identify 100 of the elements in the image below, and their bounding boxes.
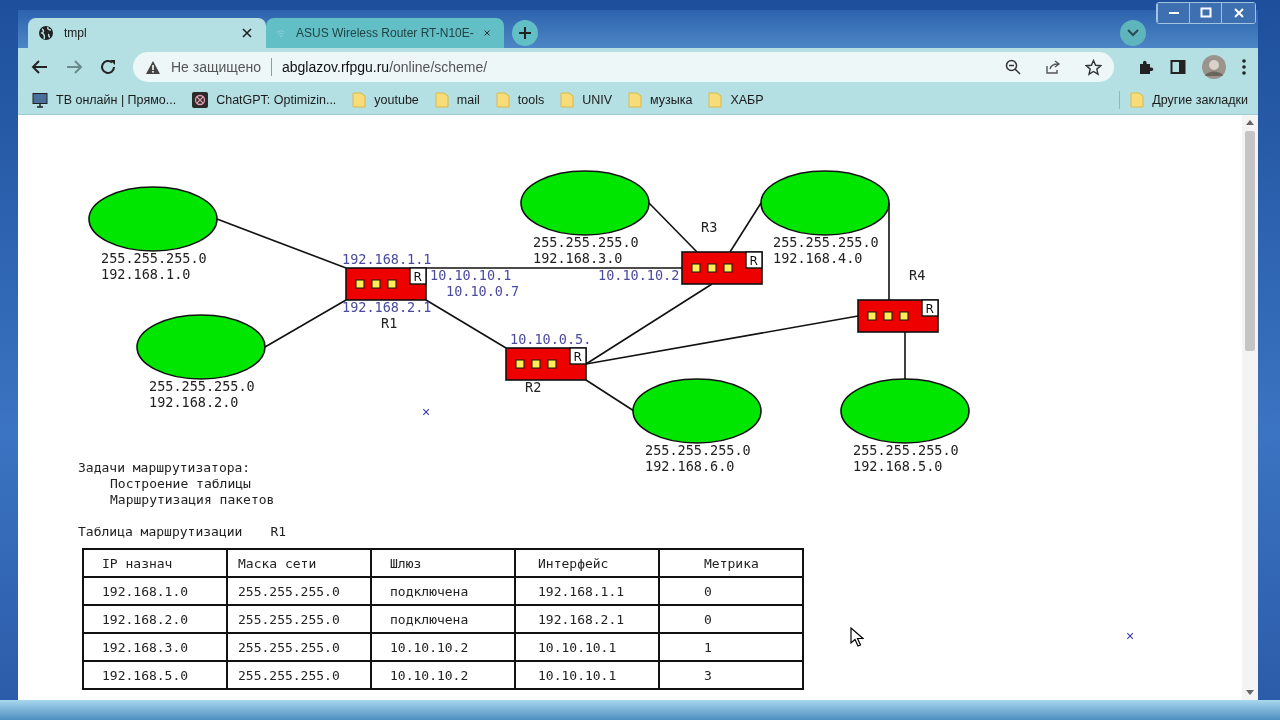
table-cell: 0 [659,577,803,605]
bookmark-item[interactable]: tools [495,92,545,108]
router-name: R4 [909,267,926,283]
interface-address: 10.10.10.1 [430,267,512,283]
table-cell: 192.168.1.0 [83,577,227,605]
table-caption: Таблица маршрутизации [78,524,243,540]
interface-address: 192.168.2.1 [342,299,432,315]
folder-icon [1130,92,1145,108]
subnet-mask: 255.255.255.0 [101,250,207,266]
subnet-mask: 255.255.255.0 [645,442,751,458]
table-cell: 0 [659,605,803,633]
close-icon [1232,7,1245,19]
chevron-down-icon [1127,29,1139,37]
column-header: Интерфейс [515,549,659,577]
table-cell: 1 [659,633,803,661]
interface-address: 192.168.1.1 [342,251,432,267]
folder-icon [708,92,723,108]
interface-address: 10.10.0.7 [446,283,520,299]
folder-icon [560,92,575,108]
table-cell: 192.168.5.0 [83,661,227,689]
globe-icon [38,25,54,41]
router-name: R1 [381,315,398,331]
cursor-icon [850,627,864,647]
network-address: 192.168.3.0 [533,250,623,266]
column-header: Метрика [659,549,803,577]
folder-icon [495,92,510,108]
table-cell: 3 [659,661,803,689]
router-icon [857,299,939,333]
warning-icon [145,59,161,75]
bookmark-item[interactable]: ТВ онлайн | Прямо... [32,92,177,108]
new-tab-button[interactable] [512,20,538,46]
table-cell: 10.10.10.1 [515,633,659,661]
bookmark-item[interactable]: UNIV [560,92,613,108]
close-icon[interactable] [483,28,490,38]
reload-icon[interactable] [99,58,117,76]
forward-icon[interactable] [65,58,83,76]
task-item: Построение таблицы [109,476,251,492]
bookmark-item[interactable]: ХАБР [708,92,764,108]
minimize-button[interactable] [1157,3,1189,23]
table-cell: подключена [371,577,515,605]
router-name: R3 [701,219,718,235]
router-name: R2 [525,379,542,395]
router-label: R [749,254,758,268]
link-line [648,202,698,253]
table-cell: 192.168.2.0 [83,605,227,633]
router-icon [681,251,763,285]
browser-tab[interactable]: ASUS Wireless Router RT-N10E- [266,18,504,48]
subnet-mask: 255.255.255.0 [773,234,879,250]
scroll-up-icon[interactable] [1246,119,1254,125]
close-icon[interactable] [242,28,252,38]
menu-icon[interactable] [1242,59,1246,75]
subnet-mask: 255.255.255.0 [149,378,255,394]
scrollbar-thumb[interactable] [1245,131,1255,351]
plus-icon [518,26,532,40]
avatar-icon[interactable] [1202,55,1226,79]
network-address: 192.168.2.0 [149,394,239,410]
bookmark-item[interactable]: музыка [628,92,693,108]
bookmark-item[interactable]: Другие закладки [1130,92,1248,108]
puzzle-icon[interactable] [1138,59,1154,75]
router-icon [505,347,587,381]
router-label: R [925,302,934,316]
tasks-title: Задачи маршрутизатора: [78,460,251,476]
column-header: IP назнач [83,549,227,577]
link-line [585,379,635,412]
link-line [729,202,762,253]
network-address: 192.168.5.0 [853,458,943,474]
cross-mark: × [1126,629,1135,643]
close-button[interactable] [1221,3,1255,23]
scroll-down-icon[interactable] [1246,690,1254,696]
maximize-button[interactable] [1189,3,1221,23]
table-cell: 10.10.10.2 [371,661,515,689]
link-line [904,331,906,381]
folder-icon [628,92,643,108]
back-icon[interactable] [31,58,49,76]
folder-icon [352,92,367,108]
monitor-icon [32,92,48,108]
network-address: 192.168.4.0 [773,250,863,266]
scrollbar[interactable] [1242,115,1258,700]
browser-tab[interactable]: tmpl [28,18,266,48]
tab-search-button[interactable] [1120,20,1146,46]
interface-address: 10.10.0.5. [510,331,592,347]
bookmark-item[interactable]: youtube [352,92,419,108]
star-icon[interactable] [1085,58,1102,76]
column-header: Маска сети [227,549,371,577]
table-cell: 192.168.2.1 [515,605,659,633]
table-cell: 255.255.255.0 [227,577,371,605]
zoom-out-icon[interactable] [1005,59,1021,75]
subnet-mask: 255.255.255.0 [853,442,959,458]
table-cell: подключена [371,605,515,633]
bookmark-item[interactable]: ChatGPT: Optimizin... [192,92,337,108]
table-cell: 10.10.10.1 [515,661,659,689]
address-bar[interactable]: Не защищено abglazov.rfpgu.ru/online/scheme/ [133,52,1114,82]
cross-mark: × [422,405,431,419]
minimize-icon [1168,12,1179,14]
router-name: R1 [270,524,287,540]
bookmark-item[interactable]: mail [434,92,480,108]
side-panel-icon[interactable] [1170,59,1186,75]
share-icon[interactable] [1045,59,1061,75]
table-cell: 255.255.255.0 [227,633,371,661]
task-item: Маршрутизация пакетов [109,492,275,508]
